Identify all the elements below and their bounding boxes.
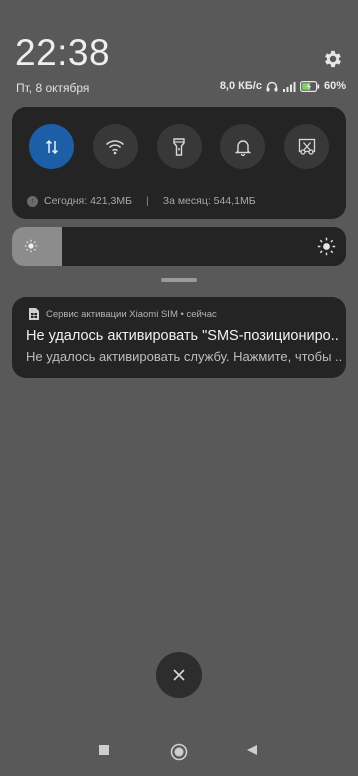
battery-charging-icon: [299, 80, 320, 92]
brightness-low-icon: [24, 239, 38, 253]
tile-screenshot[interactable]: [284, 124, 329, 169]
bell-icon: [234, 139, 251, 156]
notification-app-line: Сервис активации Xiaomi SIM • сейчас: [46, 309, 217, 320]
battery-percent: 60%: [323, 80, 346, 92]
traffic-month: За месяц: 544,1МБ: [162, 195, 256, 207]
notification-card[interactable]: Сервис активации Xiaomi SIM • сейчас Не …: [12, 297, 346, 378]
scissors-icon: [298, 138, 315, 155]
traffic-today: Сегодня: 421,3МБ: [44, 195, 132, 207]
quick-settings-panel: ↑ Сегодня: 421,3МБ | За месяц: 544,1МБ: [12, 107, 346, 219]
notification-body: Не удалось активировать службу. Нажмите,…: [26, 349, 342, 364]
signal-icon: [282, 81, 296, 92]
sim-card-icon: [29, 308, 39, 320]
wifi-icon: [106, 139, 125, 154]
gear-icon[interactable]: [322, 48, 344, 70]
tile-mobile-data[interactable]: [29, 124, 74, 169]
back-button[interactable]: [246, 744, 258, 756]
headphones-icon: [266, 81, 278, 91]
tile-flashlight[interactable]: [156, 124, 202, 169]
network-speed: 8,0 КБ/с: [219, 80, 262, 92]
brightness-high-icon: [317, 237, 336, 256]
clear-notifications-button[interactable]: [156, 652, 202, 698]
data-usage-icon: ↑: [27, 195, 38, 207]
brightness-slider[interactable]: [12, 227, 346, 266]
data-usage[interactable]: ↑ Сегодня: 421,3МБ | За месяц: 544,1МБ: [27, 195, 256, 207]
clock-time: 22:38: [15, 32, 111, 73]
date-label: Пт, 8 октября: [16, 81, 90, 95]
arrows-updown-icon: [45, 139, 58, 154]
flashlight-icon: [173, 137, 185, 156]
notification-title: Не удалось активировать "SMS-позициониро…: [26, 328, 339, 344]
status-bar: 8,0 КБ/с 60%: [220, 80, 346, 92]
close-icon: [173, 669, 185, 681]
traffic-separator: |: [146, 195, 149, 207]
home-button[interactable]: [170, 743, 188, 761]
tile-wifi[interactable]: [92, 124, 138, 169]
drag-handle[interactable]: [161, 278, 197, 282]
tile-sound[interactable]: [220, 124, 266, 169]
recents-button[interactable]: [98, 744, 110, 756]
